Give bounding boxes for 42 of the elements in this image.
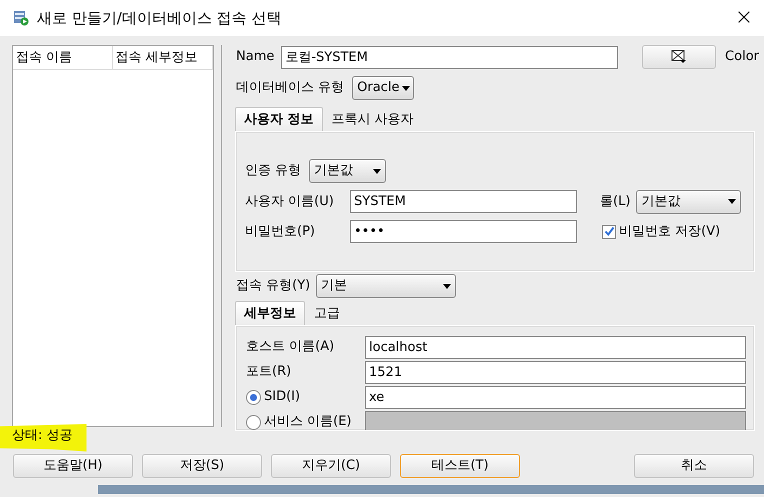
column-header[interactable]: 접속 이름 — [13, 46, 112, 69]
window-title: 새로 만들기/데이터베이스 접속 선택 — [37, 8, 282, 29]
field-label: 호스트 이름(A) — [246, 338, 334, 356]
checkbox[interactable] — [602, 224, 616, 238]
field-label: 비밀번호(P) — [245, 222, 316, 241]
dropdown[interactable]: 기본값 — [636, 190, 742, 214]
radio-button[interactable] — [246, 390, 261, 404]
status-text: 상태: 성공 — [0, 424, 87, 452]
column-header[interactable]: 접속 세부정보 — [112, 46, 213, 69]
database-icon — [13, 10, 29, 26]
tab[interactable]: 고급 — [305, 300, 349, 325]
checkbox-label: 비밀번호 저장(V) — [619, 222, 720, 241]
text-field[interactable]: SYSTEM — [350, 190, 577, 213]
dialog-button[interactable]: 테스트(T) — [400, 454, 520, 478]
field-label: 포트(R) — [246, 363, 292, 382]
radio-label: 서비스 이름(E) — [264, 413, 352, 430]
field-label: Name — [236, 48, 274, 66]
field-label: 인증 유형 — [245, 162, 302, 180]
dropdown[interactable]: 기본 — [316, 274, 456, 298]
field-label: 데이터베이스 유형 — [236, 79, 344, 98]
tab[interactable]: 세부정보 — [235, 300, 305, 325]
text-field[interactable]: 1521 — [365, 360, 746, 384]
field-label: 롤(L) — [600, 192, 630, 211]
radio-label: SID(I) — [264, 388, 300, 406]
close-button[interactable]: × — [724, 6, 764, 30]
name-field[interactable]: 로컬-SYSTEM — [281, 46, 618, 68]
dialog-button[interactable]: 지우기(C) — [271, 454, 391, 478]
field-label: 접속 유형(Y) — [236, 277, 310, 296]
tab[interactable]: 사용자 정보 — [235, 106, 323, 131]
text-field[interactable]: localhost — [365, 336, 746, 358]
color-icon — [671, 50, 688, 64]
tab[interactable]: 프록시 사용자 — [322, 106, 423, 131]
dialog-button[interactable]: 도움말(H) — [13, 454, 133, 478]
color-picker-button[interactable] — [642, 45, 716, 69]
field-label: 사용자 이름(U) — [245, 192, 335, 211]
dialog-button[interactable]: 취소 — [634, 454, 754, 478]
dropdown[interactable]: Oracle — [352, 76, 414, 100]
dialog-button[interactable]: 저장(S) — [142, 454, 262, 478]
password-field[interactable]: •••• — [350, 220, 577, 243]
dropdown[interactable]: 기본값 — [309, 159, 386, 183]
text-field[interactable]: xe — [365, 386, 746, 408]
color-label: Color — [725, 48, 759, 66]
